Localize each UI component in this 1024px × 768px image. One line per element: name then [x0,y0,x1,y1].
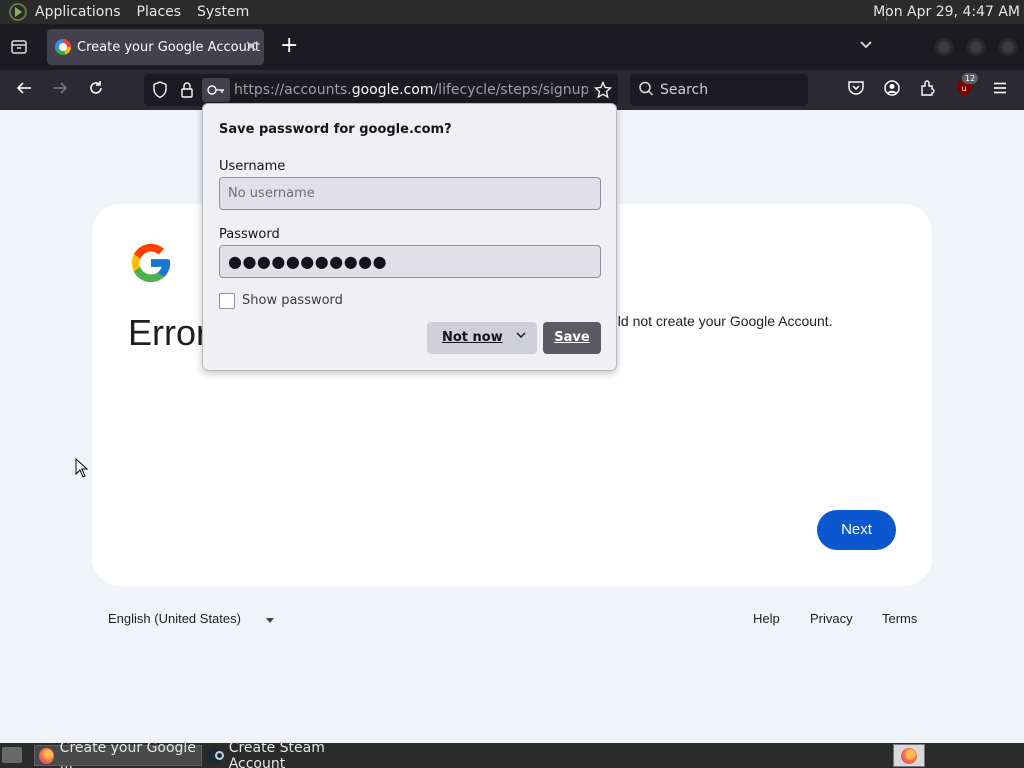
hamburger-menu-icon[interactable] [989,79,1011,101]
applications-menu[interactable]: Applications [27,0,129,24]
firefox-icon [39,747,54,764]
mouse-pointer-icon [75,457,89,482]
google-favicon-icon [55,39,71,55]
terms-link[interactable]: Terms [882,611,917,626]
taskbar-item-firefox[interactable]: Create your Google ... [34,740,202,768]
google-logo-icon [128,240,174,290]
username-label: Username [219,159,286,174]
lock-icon[interactable] [180,81,194,103]
extensions-puzzle-icon[interactable] [917,79,939,101]
system-menu[interactable]: System [189,0,257,24]
url-domain: google.com [351,82,434,98]
tray-firefox-icon[interactable] [893,744,925,767]
save-password-popup: Save password for google.com? Username N… [202,103,617,371]
bookmark-star-icon[interactable] [593,80,613,103]
applications-logo-icon[interactable] [9,3,27,21]
minimize-window-button[interactable] [935,38,953,56]
next-button[interactable]: Next [817,510,896,550]
svg-text:u: u [961,84,966,93]
error-heading: Error [128,312,208,353]
taskbar-item-steam[interactable]: Create Steam Account [203,740,383,768]
password-key-icon[interactable] [202,78,230,102]
top-panel: Applications Places System Mon Apr 29, 4… [0,0,1024,24]
tracking-protection-shield-icon[interactable] [152,81,168,103]
taskbar-item-label: Create Steam Account [228,739,325,768]
ublock-badge: 12 [962,73,979,84]
chevron-down-icon[interactable] [515,329,527,344]
panel-menu: Applications Places System [27,0,257,24]
username-field[interactable]: No username [219,177,601,210]
save-button[interactable]: Save [543,322,601,354]
show-desktop-icon[interactable] [2,747,22,763]
password-field[interactable]: ●●●●●●●●●●● [219,245,601,278]
password-label: Password [219,227,280,242]
show-password-label[interactable]: Show password [242,293,343,308]
bottom-taskbar: Create your Google ... Create Steam Acco… [0,740,1024,768]
pocket-icon[interactable] [845,79,867,101]
taskbar-item-label: Create your Google ... [59,739,196,768]
list-all-tabs-icon[interactable] [858,37,874,57]
forward-arrow-icon[interactable] [49,79,71,101]
popup-title: Save password for google.com? [219,122,452,137]
language-dropdown-caret-icon[interactable] [266,618,274,623]
firefox-view-icon[interactable] [10,38,28,56]
close-window-button[interactable] [999,38,1017,56]
error-message: uld not create your Google Account. [610,313,833,329]
tab-title: Create your Google Account [77,39,261,55]
not-now-button[interactable]: Not now [427,322,537,354]
new-tab-icon[interactable]: + [280,34,298,58]
reload-icon[interactable] [85,79,107,101]
page-footer: English (United States) Help Privacy Ter… [0,608,1024,632]
url-text[interactable]: https://accounts.google.com/lifecycle/st… [234,82,588,98]
back-arrow-icon[interactable] [13,79,35,101]
clock[interactable]: Mon Apr 29, 4:47 AM [873,0,1020,24]
places-menu[interactable]: Places [129,0,190,24]
url-prefix: https://accounts. [234,82,352,98]
address-bar[interactable]: https://accounts.google.com/lifecycle/st… [144,74,618,106]
close-tab-icon[interactable]: ✕ [245,37,258,56]
show-password-checkbox[interactable] [219,293,235,309]
tab-create-google-account[interactable]: Create your Google Account ✕ [47,29,264,65]
search-placeholder: Search [660,82,709,98]
url-path: /lifecycle/steps/signup/error [433,82,588,98]
steam-icon [207,747,224,764]
help-link[interactable]: Help [753,611,780,626]
tab-strip: Create your Google Account ✕ + [0,24,1024,70]
search-icon [638,80,654,102]
search-bar[interactable]: Search [630,74,808,106]
firefox-icon [901,748,917,764]
privacy-link[interactable]: Privacy [810,611,853,626]
account-icon[interactable] [881,79,903,101]
not-now-label: Not now [442,330,503,345]
language-selector[interactable]: English (United States) [108,611,241,626]
maximize-window-button[interactable] [967,38,985,56]
